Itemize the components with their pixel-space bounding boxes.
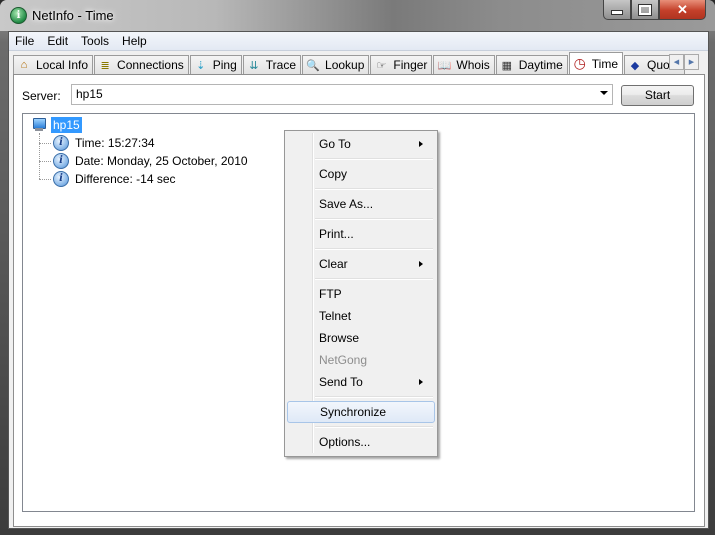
tab-label: Connections [117, 58, 184, 72]
context-menu: Go To Copy Save As... Print... Clear FTP… [284, 130, 438, 457]
whois-icon: 📖 [437, 59, 452, 72]
minimize-icon [611, 10, 623, 15]
tab-lookup[interactable]: 🔍 Lookup [302, 55, 370, 74]
submenu-arrow-icon [419, 141, 423, 147]
info-icon: i [53, 135, 69, 151]
tab-connections[interactable]: ≣ Connections [94, 55, 189, 74]
lookup-icon: 🔍 [306, 59, 320, 72]
minimize-button[interactable] [603, 0, 631, 20]
close-icon: ✕ [677, 1, 688, 17]
tab-label: Trace [265, 58, 297, 72]
close-button[interactable]: ✕ [659, 0, 706, 20]
finger-icon: ☞ [376, 59, 387, 72]
tab-finger[interactable]: ☞ Finger [370, 55, 433, 74]
menu-edit[interactable]: Edit [41, 32, 75, 50]
server-combobox[interactable]: hp15 [71, 84, 613, 105]
menu-separator [315, 188, 433, 190]
house-icon: ⌂ [20, 59, 28, 71]
book-icon: ◆ [630, 59, 640, 72]
tab-scroll-buttons: ◀ ▶ [669, 54, 699, 70]
menu-item-browse[interactable]: Browse [287, 327, 433, 349]
tree-root-node[interactable]: hp15 [33, 117, 82, 133]
menu-help[interactable]: Help [116, 32, 154, 50]
menu-item-options[interactable]: Options... [287, 431, 433, 453]
menu-bar: File Edit Tools Help [9, 32, 708, 51]
tab-label: Finger [393, 58, 428, 72]
tree-node-label: Time: 15:27:34 [75, 136, 155, 150]
tab-ping[interactable]: ⇣ Ping [189, 55, 242, 74]
tab-scroll-left-button[interactable]: ◀ [669, 54, 684, 70]
tab-label: Ping [212, 58, 237, 72]
menu-item-send-to[interactable]: Send To [287, 371, 433, 393]
info-icon: i [53, 171, 69, 187]
window-title: NetInfo - Time [32, 8, 114, 23]
caption-buttons: ✕ [603, 0, 706, 20]
menu-separator [315, 396, 433, 398]
app-info-icon: i [10, 7, 27, 24]
tab-label: Lookup [325, 58, 365, 72]
tab-label: Time [591, 56, 619, 71]
menu-item-print[interactable]: Print... [287, 223, 433, 245]
tab-label: Daytime [518, 58, 563, 72]
computer-icon [33, 118, 46, 132]
connections-icon: ≣ [100, 59, 110, 72]
tab-whois[interactable]: 📖 Whois [433, 55, 495, 74]
dropdown-arrow-icon[interactable] [600, 91, 608, 95]
tab-label: Whois [456, 58, 490, 72]
maximize-icon [638, 3, 652, 16]
tab-local-info[interactable]: ⌂ Local Info [13, 55, 94, 74]
info-icon: i [53, 153, 69, 169]
menu-separator [315, 278, 433, 280]
server-value: hp15 [76, 87, 103, 101]
menu-item-go-to[interactable]: Go To [287, 133, 433, 155]
menu-item-copy[interactable]: Copy [287, 163, 433, 185]
server-label: Server: [22, 89, 61, 103]
menu-separator [315, 218, 433, 220]
menu-item-ftp[interactable]: FTP [287, 283, 433, 305]
tree-node-label: Difference: -14 sec [75, 172, 176, 186]
tree-node-date[interactable]: i Date: Monday, 25 October, 2010 [39, 153, 248, 169]
menu-tools[interactable]: Tools [75, 32, 116, 50]
tab-daytime[interactable]: ▦ Daytime [495, 55, 568, 74]
menu-item-clear[interactable]: Clear [287, 253, 433, 275]
tab-time[interactable]: ◷ Time [568, 52, 624, 75]
tree-node-difference[interactable]: i Difference: -14 sec [39, 171, 176, 187]
ping-icon: ⇣ [196, 59, 206, 72]
clock-icon: ◷ [573, 55, 586, 71]
maximize-button[interactable] [631, 0, 659, 20]
tab-scroll-right-button[interactable]: ▶ [684, 54, 699, 70]
menu-item-netgong: NetGong [319, 353, 368, 367]
tree-root-label: hp15 [51, 117, 82, 133]
title-bar[interactable]: i NetInfo - Time ✕ [0, 0, 715, 31]
menu-item-synchronize[interactable]: Synchronize [287, 401, 435, 423]
tab-label: Local Info [36, 58, 89, 72]
tab-trace[interactable]: ⇊ Trace [242, 55, 302, 74]
submenu-arrow-icon [419, 261, 423, 267]
menu-separator [315, 248, 433, 250]
menu-item-telnet[interactable]: Telnet [287, 305, 433, 327]
menu-separator [315, 426, 433, 428]
daytime-icon: ▦ [501, 59, 512, 72]
menu-item-save-as[interactable]: Save As... [287, 193, 433, 215]
trace-icon: ⇊ [249, 59, 259, 72]
menu-separator [315, 158, 433, 160]
submenu-arrow-icon [419, 379, 423, 385]
tree-node-time[interactable]: i Time: 15:27:34 [39, 135, 155, 151]
menu-file[interactable]: File [9, 32, 41, 50]
tab-strip: ⌂ Local Info ≣ Connections ⇣ Ping ⇊ Trace 🔍 L… [13, 52, 686, 75]
tree-node-label: Date: Monday, 25 October, 2010 [75, 154, 248, 168]
start-button[interactable]: Start [621, 85, 694, 106]
